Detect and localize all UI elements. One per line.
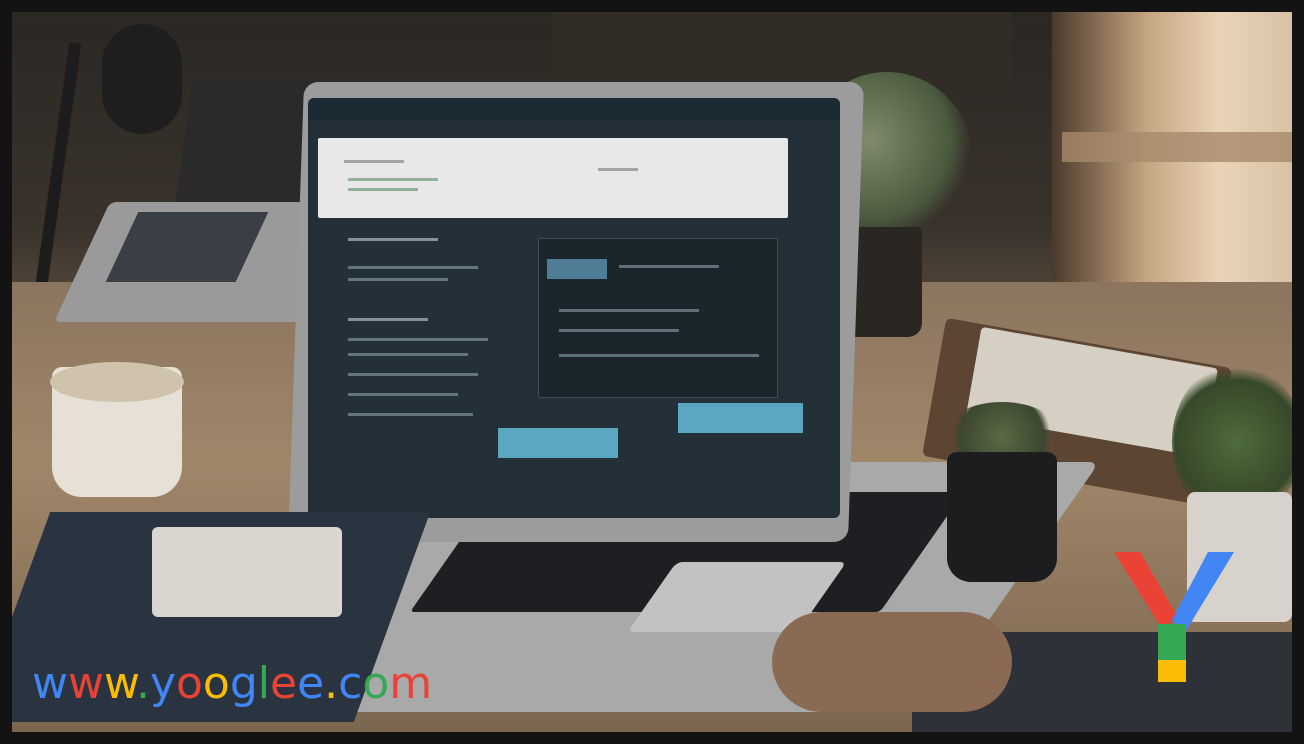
watermark-text: www.yooglee.com xyxy=(32,658,432,709)
logo-blue-stroke xyxy=(1172,552,1234,634)
window-frame xyxy=(1062,132,1292,162)
screen-top-panel xyxy=(318,138,788,218)
screen-button-right xyxy=(678,403,803,433)
watermark-letter: l xyxy=(257,658,271,709)
screen-app-header xyxy=(308,98,840,120)
watermark-letter: o xyxy=(176,658,203,709)
watermark-letter: o xyxy=(202,658,230,709)
desk-lamp-head xyxy=(102,24,182,134)
laptop-screen xyxy=(308,98,840,518)
hand xyxy=(772,612,1012,712)
watermark-letter: c xyxy=(338,658,363,709)
watermark-letter: g xyxy=(229,658,258,709)
watermark-letter: w xyxy=(104,658,136,709)
logo-yellow-stroke xyxy=(1158,660,1186,682)
watermark-letter: o xyxy=(362,658,390,709)
watermark-letter: y xyxy=(149,658,176,709)
watermark-letter: e xyxy=(270,658,298,709)
black-mug xyxy=(947,452,1057,582)
coffee-cup-rim xyxy=(50,362,184,402)
photo-scene: www.yooglee.com xyxy=(12,12,1292,732)
watermark-letter: e xyxy=(297,658,325,709)
video-thumbnail xyxy=(547,259,607,279)
screen-video-panel xyxy=(538,238,778,398)
y-logo-icon xyxy=(1114,552,1234,682)
window xyxy=(1052,12,1292,312)
watermark-letter: . xyxy=(135,658,150,709)
watermark-letter: m xyxy=(389,658,433,709)
screen-left-list xyxy=(348,238,548,438)
watermark-letter: . xyxy=(324,658,339,709)
watermark-letter: w xyxy=(68,658,104,709)
logo-red-stroke xyxy=(1114,552,1176,632)
watermark-letter: w xyxy=(32,658,68,709)
screen-button-left xyxy=(498,428,618,458)
white-box xyxy=(152,527,342,617)
desk-lamp-arm xyxy=(34,42,82,292)
logo-green-stroke xyxy=(1158,624,1186,660)
